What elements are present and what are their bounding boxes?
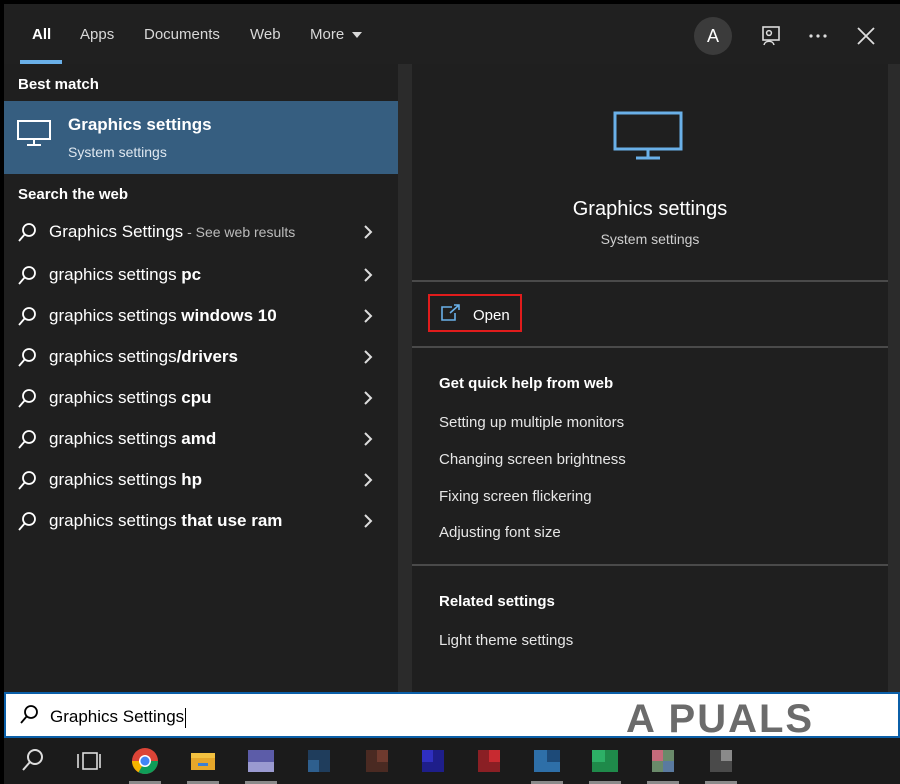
web-result-bold: amd [181, 429, 217, 448]
app-icon[interactable] [474, 746, 504, 776]
web-result-bold: windows 10 [181, 306, 277, 325]
app-icon[interactable] [648, 746, 678, 776]
web-result-row[interactable]: graphics settings that use ram [4, 501, 398, 542]
web-result-text: graphics settings [49, 429, 182, 448]
quick-help-link[interactable]: Setting up multiple monitors [439, 414, 624, 431]
search-input-value: Graphics Settings [50, 707, 185, 726]
web-result-row[interactable]: graphics settings cpu [4, 378, 398, 419]
app-icon[interactable] [590, 746, 620, 776]
tab-more-label: More [310, 26, 345, 43]
web-result-bold: pc [181, 265, 202, 284]
web-result-suffix: - See web results [183, 224, 296, 240]
best-match-item[interactable]: Graphics settings System settings [4, 101, 398, 174]
search-icon [18, 512, 36, 531]
account-avatar[interactable]: A [694, 17, 732, 55]
search-web-heading: Search the web [18, 186, 129, 203]
app-icon[interactable] [706, 746, 736, 776]
chevron-right-icon [364, 225, 373, 239]
tab-apps[interactable]: Apps [80, 26, 114, 43]
web-result-text: graphics settings [49, 306, 182, 325]
chrome-icon[interactable] [130, 746, 160, 776]
search-box[interactable]: Graphics Settings A PUALS [4, 692, 900, 741]
search-icon [18, 389, 36, 408]
quick-help-heading: Get quick help from web [439, 375, 614, 392]
results-pane: Best match Graphics settings System sett… [4, 64, 398, 692]
divider [412, 346, 888, 348]
web-result-text: graphics settings [49, 388, 182, 407]
chevron-right-icon [364, 432, 373, 446]
tab-more[interactable]: More [310, 26, 363, 43]
close-icon[interactable] [852, 22, 880, 50]
search-input[interactable]: Graphics Settings [50, 707, 187, 728]
tab-all[interactable]: All [32, 26, 51, 43]
search-window: All Apps Documents Web More A Best match… [0, 0, 900, 784]
chevron-right-icon [364, 268, 373, 282]
search-icon [18, 307, 36, 326]
chevron-right-icon [364, 473, 373, 487]
monitor-icon [613, 111, 683, 160]
watermark-logo: A PUALS [626, 697, 815, 741]
app-icon[interactable] [362, 746, 392, 776]
tab-documents[interactable]: Documents [144, 26, 220, 43]
taskbar [4, 738, 900, 784]
app-icon[interactable] [246, 746, 276, 776]
quick-help-link[interactable]: Fixing screen flickering [439, 488, 592, 505]
web-result-text: graphics settings [49, 470, 182, 489]
quick-help-link[interactable]: Adjusting font size [439, 524, 561, 541]
web-result-bold: /drivers [176, 347, 239, 366]
feedback-icon[interactable] [756, 22, 784, 50]
best-match-subtitle: System settings [68, 144, 167, 160]
web-result-row[interactable]: graphics settings pc [4, 255, 398, 296]
search-icon [18, 223, 36, 242]
scope-tab-bar: All Apps Documents Web More A [4, 4, 900, 64]
web-result-row[interactable]: graphics settings/drivers [4, 337, 398, 378]
search-icon [18, 430, 36, 449]
monitor-icon [17, 120, 51, 146]
web-result-text: Graphics Settings [49, 222, 184, 241]
app-icon[interactable] [304, 746, 334, 776]
web-result-bold: cpu [181, 388, 212, 407]
open-external-icon [441, 304, 460, 321]
tab-web[interactable]: Web [250, 26, 281, 43]
web-result-row[interactable]: graphics settings amd [4, 419, 398, 460]
web-result-row[interactable]: Graphics Settings - See web results [4, 212, 398, 253]
app-icon[interactable] [418, 746, 448, 776]
related-settings-link[interactable]: Light theme settings [439, 632, 573, 649]
search-icon[interactable] [18, 746, 48, 776]
caret-down-icon [352, 32, 363, 39]
chevron-right-icon [364, 514, 373, 528]
chevron-right-icon [364, 309, 373, 323]
file-explorer-icon[interactable] [188, 746, 218, 776]
divider [412, 280, 888, 282]
search-icon [18, 471, 36, 490]
preview-pane: Graphics settings System settings Open G… [398, 64, 900, 692]
search-icon [18, 266, 36, 285]
open-button-label: Open [473, 307, 510, 324]
web-result-row[interactable]: graphics settings windows 10 [4, 296, 398, 337]
more-options-icon[interactable] [804, 22, 832, 50]
web-result-text: graphics settings [49, 511, 182, 530]
chevron-right-icon [364, 391, 373, 405]
web-result-text: graphics settings [49, 265, 182, 284]
quick-help-link[interactable]: Changing screen brightness [439, 451, 626, 468]
task-view-icon[interactable] [74, 746, 104, 776]
web-result-text: graphics settings [49, 347, 177, 366]
web-result-row[interactable]: graphics settings hp [4, 460, 398, 501]
search-icon [20, 705, 38, 724]
related-settings-heading: Related settings [439, 593, 555, 610]
best-match-title: Graphics settings [68, 115, 212, 134]
open-button[interactable]: Open [428, 294, 522, 332]
app-icon[interactable] [532, 746, 562, 776]
preview-title: Graphics settings [572, 198, 728, 220]
search-icon [18, 348, 36, 367]
preview-subtitle: System settings [600, 231, 700, 247]
web-result-bold: hp [181, 470, 203, 489]
preview-card: Graphics settings System settings Open G… [412, 64, 888, 692]
divider [412, 564, 888, 566]
chevron-right-icon [364, 350, 373, 364]
web-result-bold: that use ram [181, 511, 283, 530]
text-cursor [185, 707, 187, 728]
best-match-heading: Best match [18, 76, 99, 93]
